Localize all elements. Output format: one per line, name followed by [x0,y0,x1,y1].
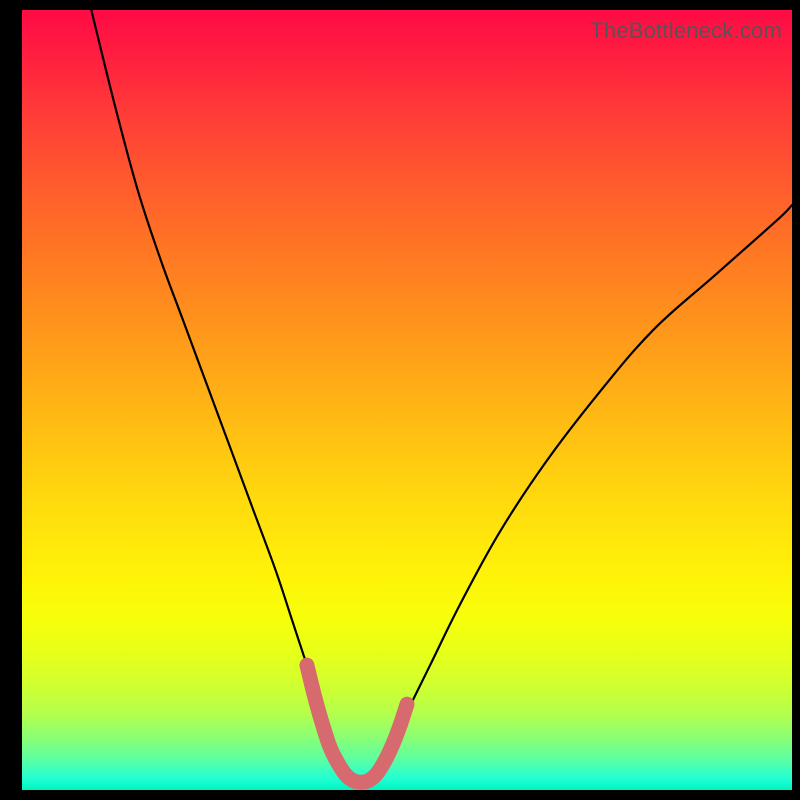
curve-layer [22,10,792,790]
optimal-range-highlight [307,665,407,782]
bottleneck-curve [91,10,792,783]
chart-stage: TheBottleneck.com [0,0,800,800]
plot-area: TheBottleneck.com [22,10,792,790]
